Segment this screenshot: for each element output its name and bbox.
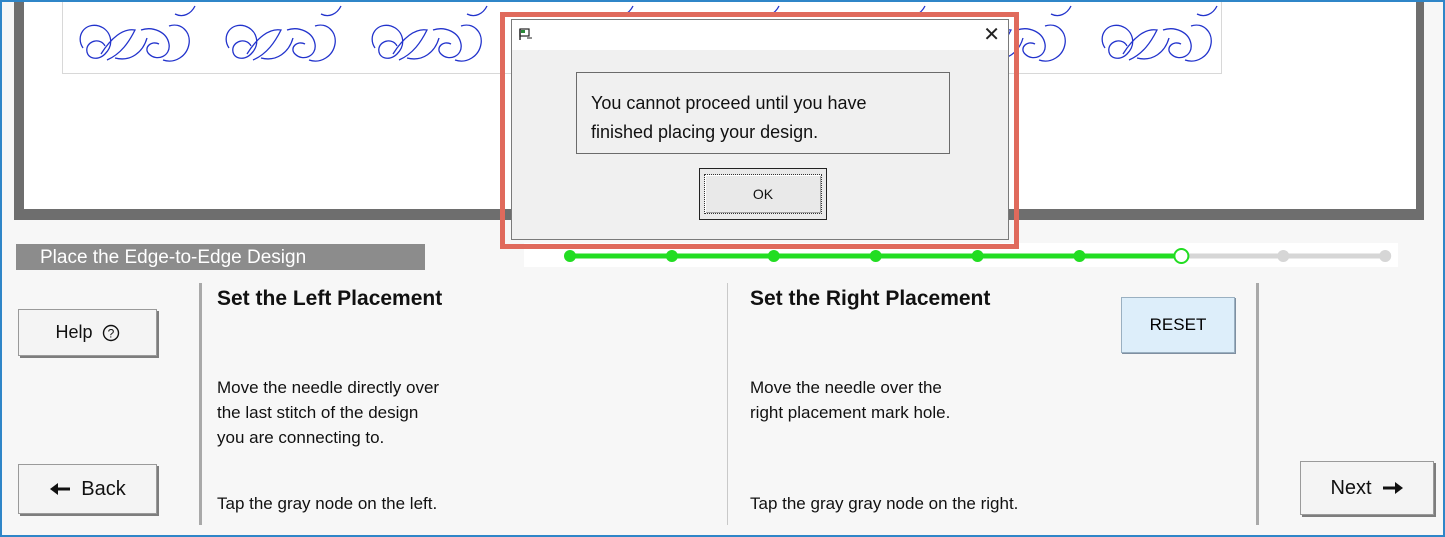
dialog-message-line: finished placing your design. — [591, 122, 819, 142]
progress-node-complete — [767, 250, 780, 262]
help-label: Help — [55, 322, 93, 342]
progress-node-complete — [971, 250, 984, 262]
divider-middle — [727, 283, 728, 525]
reset-button[interactable]: RESET — [1121, 297, 1235, 353]
close-icon[interactable]: ✕ — [983, 22, 1000, 47]
left-instruction-line: the last stitch of the design — [217, 403, 419, 422]
ok-button[interactable]: OK — [699, 168, 827, 220]
right-instruction-line: right placement mark hole. — [750, 403, 951, 422]
divider-right — [1256, 283, 1259, 525]
next-button[interactable]: Next — [1300, 461, 1434, 515]
right-instruction-line: Move the needle over the — [750, 378, 942, 397]
quilting-motif — [79, 5, 196, 62]
left-placement-tip: Tap the gray node on the left. — [217, 494, 438, 513]
progress-node-pending — [1277, 250, 1290, 262]
next-label: Next — [1330, 476, 1372, 499]
left-placement-heading: Set the Left Placement — [217, 287, 443, 310]
app-window: Place the Edge-to-Edge Design Help ? Bac… — [0, 0, 1445, 537]
quilting-motif — [371, 5, 488, 62]
app-flag-icon — [519, 27, 533, 46]
progress-node-current — [1173, 248, 1190, 264]
right-placement-instructions: Move the needle over the right placement… — [750, 375, 950, 425]
dialog-titlebar: ✕ — [512, 20, 1008, 50]
back-button[interactable]: Back — [18, 464, 157, 514]
progress-node-complete — [869, 250, 882, 262]
alert-dialog: ✕ You cannot proceed until you have fini… — [511, 19, 1009, 240]
divider-left — [199, 283, 202, 525]
quilting-motif — [1101, 5, 1218, 62]
progress-node-complete — [665, 250, 678, 262]
step-title: Place the Edge-to-Edge Design — [16, 244, 425, 270]
svg-text:?: ? — [107, 326, 114, 340]
dialog-message: You cannot proceed until you have finish… — [576, 72, 950, 154]
progress-node-pending — [1379, 250, 1392, 262]
back-label: Back — [81, 477, 126, 500]
left-instruction-line: you are connecting to. — [217, 428, 385, 447]
arrow-right-icon — [1382, 481, 1404, 495]
right-placement-heading: Set the Right Placement — [750, 287, 991, 310]
progress-node-complete — [1073, 250, 1086, 262]
left-placement-instructions: Move the needle directly over the last s… — [217, 375, 439, 450]
progress-node-complete — [564, 250, 576, 262]
right-placement-tip: Tap the gray gray node on the right. — [750, 494, 1019, 513]
left-instruction-line: Move the needle directly over — [217, 378, 440, 397]
help-button[interactable]: Help ? — [18, 309, 157, 356]
arrow-left-icon — [49, 482, 71, 496]
question-circle-icon: ? — [102, 324, 120, 342]
dialog-message-line: You cannot proceed until you have — [591, 93, 867, 113]
quilting-motif — [225, 5, 342, 62]
ok-button-label: OK — [704, 174, 822, 214]
